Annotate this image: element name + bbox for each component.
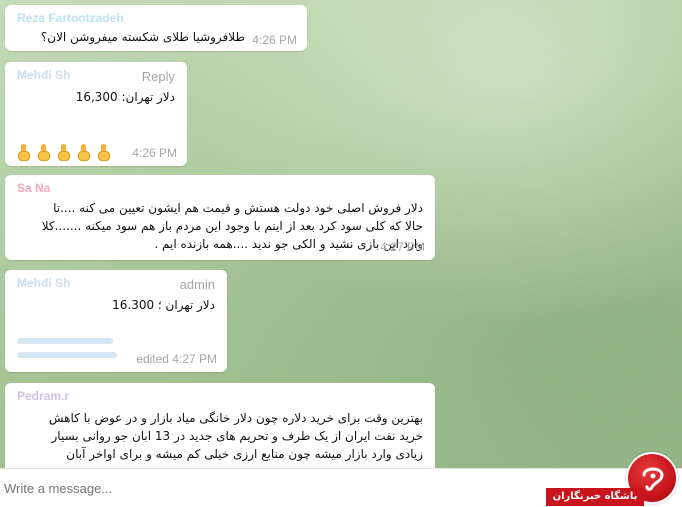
message-text: طلافروشیا طلای شکسته میفروشن الان؟ bbox=[15, 28, 245, 46]
message-bubble[interactable]: Pedram.r بهترین وقت برای خرید دلاره چون … bbox=[5, 383, 435, 468]
sender-name[interactable]: Reza Fartootzadeh bbox=[17, 11, 297, 25]
pointing-hand-icon bbox=[57, 144, 71, 162]
message-bubble[interactable]: Sa Na دلار فروش اصلی خود دولت هستش و قیم… bbox=[5, 175, 435, 260]
message-line: بهترین وقت برای خرید دلاره چون دلار خانگ… bbox=[48, 411, 423, 425]
message-text: دلار تهران ؛ 16.300 bbox=[25, 296, 215, 314]
pointing-hand-icon bbox=[17, 144, 31, 162]
message-bubble[interactable]: Mehdi Sh admin دلار تهران ؛ 16.300 edite… bbox=[5, 270, 227, 372]
message-input[interactable] bbox=[0, 469, 540, 507]
message-line: دلار تهران: 16,300 bbox=[75, 90, 175, 104]
blurred-link-line bbox=[17, 352, 117, 358]
message-text: بهترین وقت برای خرید دلاره چون دلار خانگ… bbox=[15, 409, 423, 463]
message-line: وارد این بازی نشید و الکی جو ندید ....هم… bbox=[154, 237, 423, 251]
message-time: 4:26 PM bbox=[252, 33, 297, 47]
emoji-row bbox=[17, 144, 111, 162]
message-line: طلافروشیا طلای شکسته میفروشن الان؟ bbox=[40, 30, 245, 44]
message-text: دلار تهران: 16,300 bbox=[25, 88, 175, 106]
pointing-hand-icon bbox=[77, 144, 91, 162]
message-time: 4:27 PM bbox=[380, 240, 425, 254]
blurred-link-line bbox=[17, 338, 113, 344]
message-line: حالا که کلی سود کرد بعد از اینم با وجود … bbox=[41, 219, 423, 233]
pointing-hand-icon bbox=[97, 144, 111, 162]
reply-tag[interactable]: Reply bbox=[142, 69, 175, 84]
message-time: edited 4:27 PM bbox=[136, 352, 217, 366]
message-line: دلار تهران ؛ 16.300 bbox=[112, 298, 215, 312]
message-text: دلار فروش اصلی خود دولت هستش و قیمت هم ا… bbox=[15, 199, 423, 253]
pointing-hand-icon bbox=[37, 144, 51, 162]
message-line: خرید نفت ایران از یک طرف و تحریم های جدی… bbox=[51, 429, 423, 443]
message-line: زیادی وارد بازار میشه چون منابع ارزی خیل… bbox=[66, 447, 423, 461]
message-time: 4:26 PM bbox=[132, 146, 177, 160]
message-line: دلار فروش اصلی خود دولت هستش و قیمت هم ا… bbox=[53, 201, 423, 215]
sender-name[interactable]: Pedram.r bbox=[17, 389, 425, 403]
message-bubble[interactable]: Mehdi Sh Reply دلار تهران: 16,300 4:26 P… bbox=[5, 62, 187, 166]
blurred-link[interactable] bbox=[17, 332, 117, 358]
admin-badge: admin bbox=[179, 277, 215, 292]
watermark-label: باشگاه خبرنگاران bbox=[546, 488, 644, 506]
sender-name[interactable]: Sa Na bbox=[17, 181, 425, 195]
message-bubble[interactable]: Reza Fartootzadeh طلافروشیا طلای شکسته م… bbox=[5, 5, 307, 51]
chat-history: Reza Fartootzadeh طلافروشیا طلای شکسته م… bbox=[0, 0, 682, 468]
